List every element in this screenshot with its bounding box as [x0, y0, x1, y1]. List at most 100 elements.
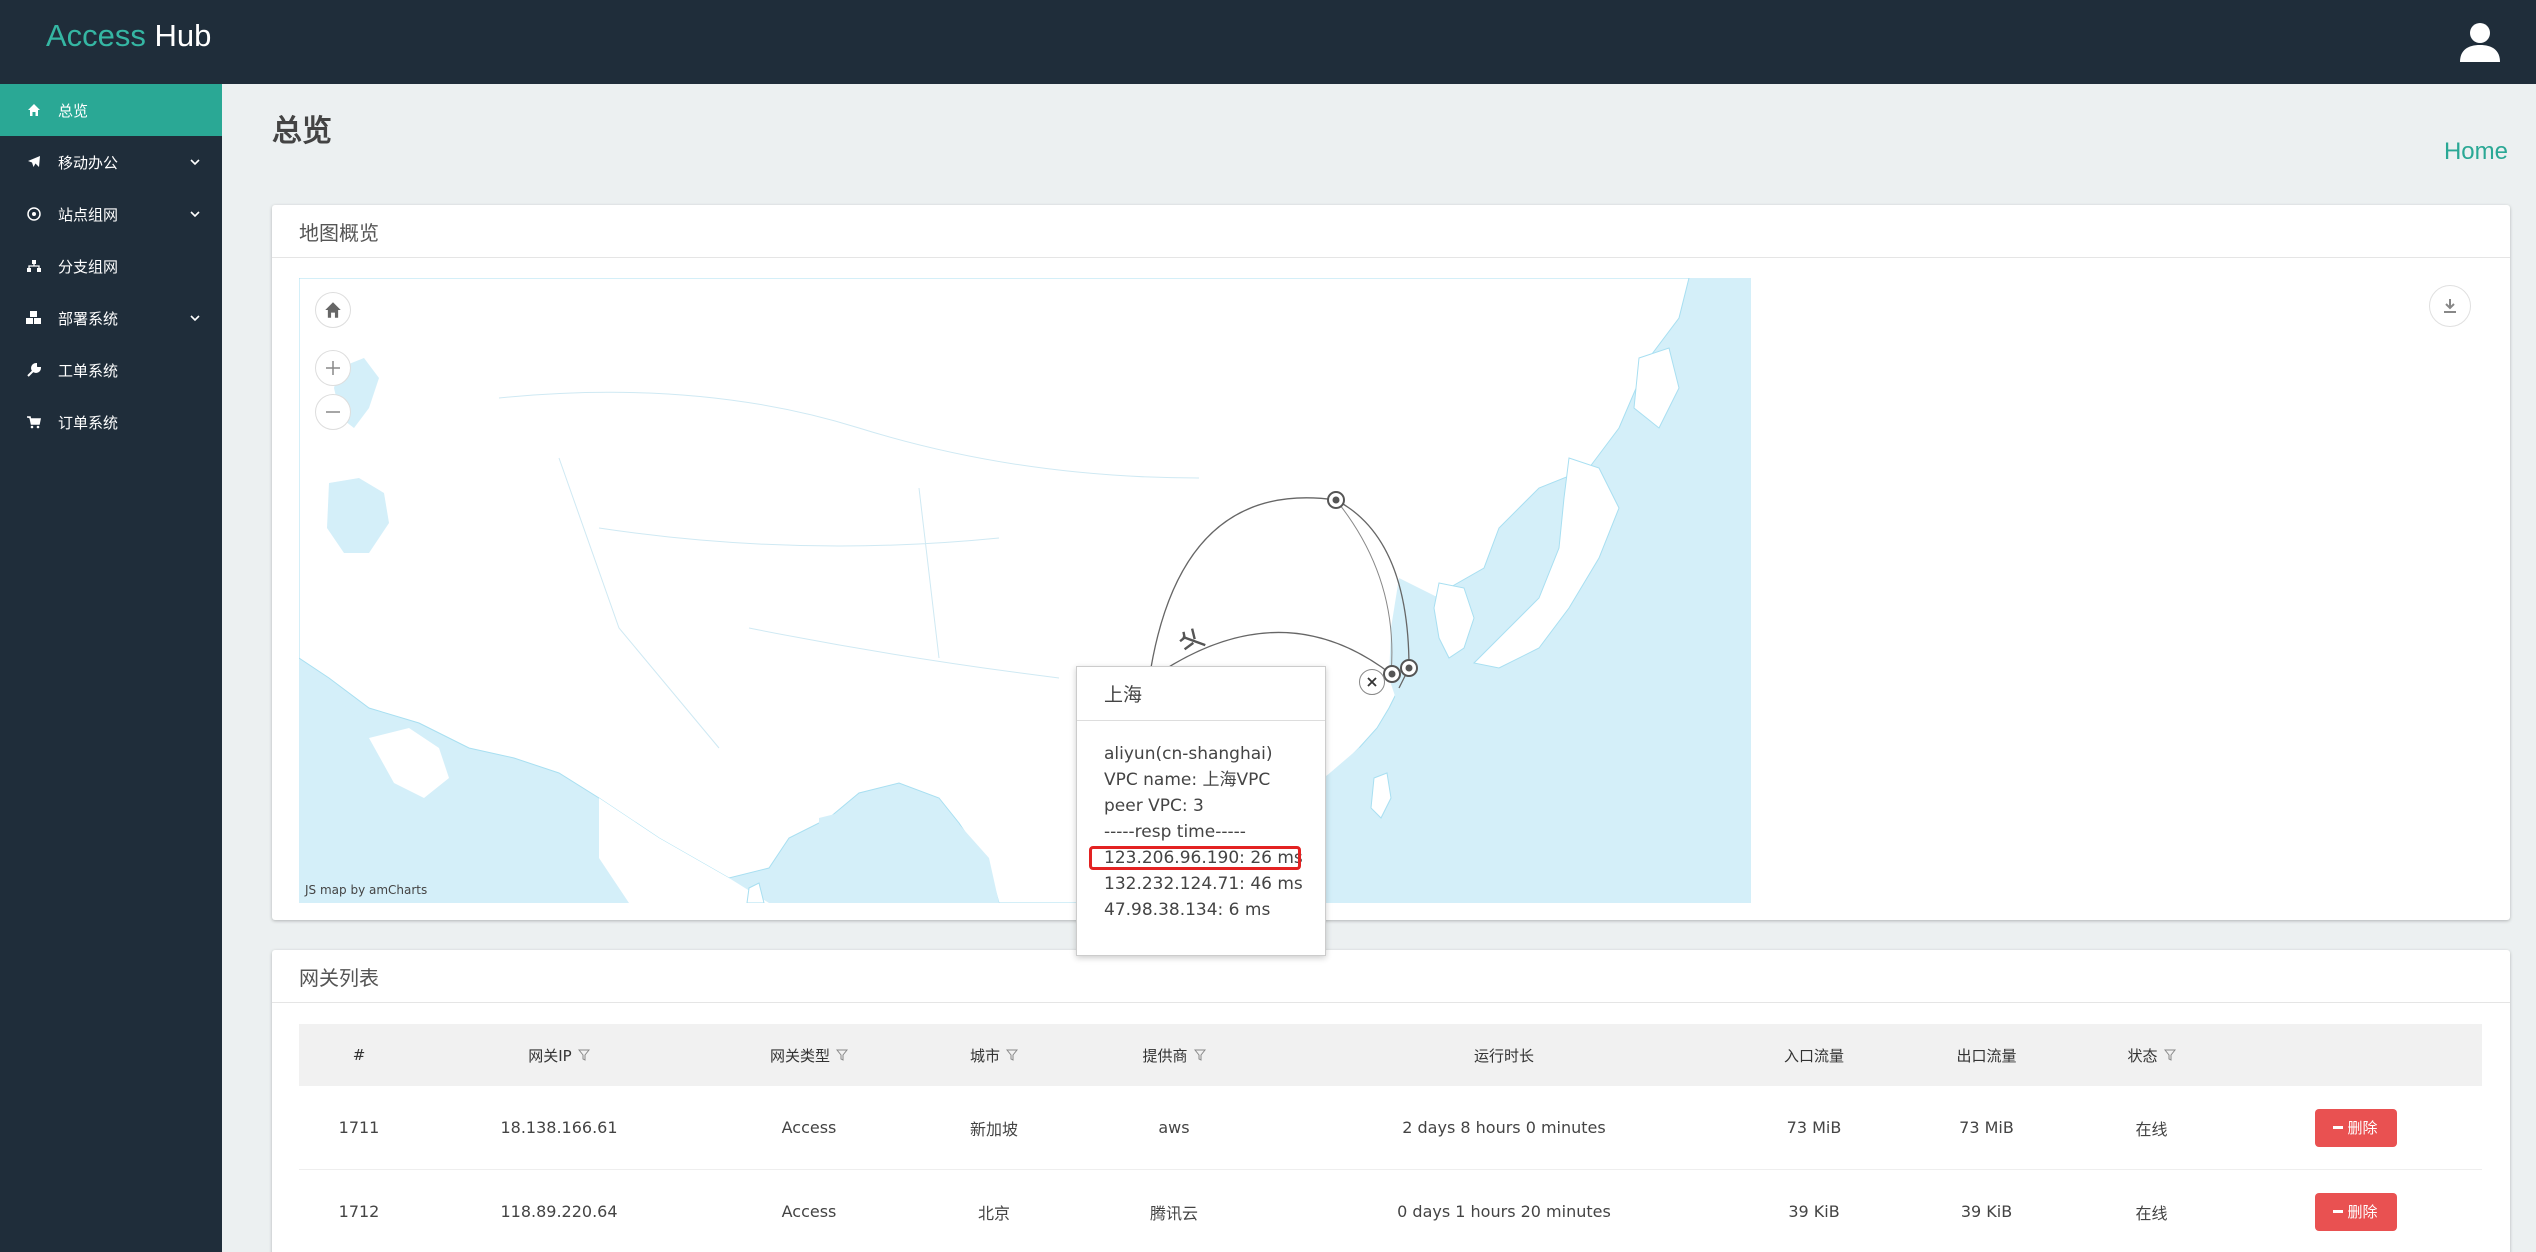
minus-icon: [326, 411, 340, 413]
column-header-ip[interactable]: 网关IP: [419, 1045, 699, 1066]
delete-button-label: 删除: [2347, 1119, 2378, 1137]
user-avatar-icon[interactable]: [2458, 20, 2502, 64]
column-header-city[interactable]: 城市: [919, 1045, 1069, 1066]
top-navbar: Access Hub: [0, 0, 2536, 84]
map-credit[interactable]: JS map by amCharts: [305, 883, 427, 897]
sidebar-item-label: 部署系统: [58, 309, 119, 328]
gateway-panel-title: 网关列表: [272, 950, 2510, 1003]
cubes-icon: [26, 310, 42, 326]
delete-button-label: 删除: [2347, 1203, 2378, 1221]
delete-button[interactable]: 删除: [2314, 1108, 2397, 1147]
sidebar-item-label: 站点组网: [58, 205, 119, 224]
filter-icon[interactable]: [836, 1049, 848, 1061]
cart-icon: [26, 414, 42, 430]
cell-status: 在线: [2135, 1119, 2168, 1139]
cell-uptime: 2 days 8 hours 0 minutes: [1402, 1118, 1606, 1137]
city-marker[interactable]: [1383, 665, 1401, 683]
cell-provider: 腾讯云: [1149, 1203, 1198, 1223]
chevron-down-icon: [190, 211, 200, 218]
cell-type: Access: [781, 1118, 837, 1137]
tooltip-provider: aliyun(cn-shanghai): [1104, 744, 1273, 764]
cell-action: 删除: [2229, 1192, 2482, 1231]
filter-icon[interactable]: [1193, 1049, 1206, 1061]
cell-provider: aws: [1158, 1118, 1190, 1137]
network-icon: [26, 206, 42, 222]
cell-city: 北京: [977, 1203, 1010, 1223]
tooltip-resp-time: 47.98.38.134: 6 ms: [1104, 900, 1271, 920]
city-tooltip: 上海 aliyun(cn-shanghai) VPC name: 上海VPC p…: [1076, 666, 1326, 956]
close-icon: [1367, 677, 1377, 687]
column-header-id: #: [352, 1046, 366, 1064]
map-home-button[interactable]: [315, 292, 351, 328]
tooltip-body: aliyun(cn-shanghai) VPC name: 上海VPC peer…: [1077, 721, 1325, 923]
tooltip-resp-time: 132.232.124.71: 46 ms: [1104, 874, 1303, 894]
table-row: 1712 118.89.220.64 Access 北京 腾讯云 0 days …: [299, 1170, 2482, 1252]
filter-icon[interactable]: [1006, 1049, 1018, 1061]
sidebar-item-deploy-system[interactable]: 部署系统: [0, 292, 222, 344]
cell-city: 新加坡: [969, 1119, 1018, 1139]
highlight-box: [1089, 846, 1301, 870]
column-header-label: 城市: [969, 1046, 1000, 1065]
cell-uptime: 0 days 1 hours 20 minutes: [1397, 1202, 1611, 1221]
map-overview-panel: 地图概览 JS map by amCharts: [272, 205, 2510, 920]
column-header-outbound: 出口流量: [1956, 1046, 2017, 1065]
cell-ip: 18.138.166.61: [500, 1118, 618, 1137]
brand-part-1: Access: [46, 18, 146, 53]
column-header-provider[interactable]: 提供商: [1069, 1045, 1279, 1066]
download-icon: [2444, 299, 2456, 313]
plus-icon: [326, 361, 340, 375]
city-marker[interactable]: [1400, 659, 1418, 677]
column-header-type[interactable]: 网关类型: [699, 1045, 919, 1066]
city-marker[interactable]: [1327, 491, 1345, 509]
table-row: 1711 18.138.166.61 Access 新加坡 aws 2 days…: [299, 1086, 2482, 1170]
cell-outbound: 73 MiB: [1959, 1118, 2014, 1137]
sidebar-item-order-system[interactable]: 订单系统: [0, 396, 222, 448]
sidebar-item-label: 移动办公: [58, 153, 119, 172]
sidebar-item-mobile-office[interactable]: 移动办公: [0, 136, 222, 188]
column-header-label: 网关类型: [769, 1046, 830, 1065]
brand-part-2: Hub: [154, 18, 212, 53]
minus-icon: [2333, 1126, 2344, 1129]
breadcrumb-home-link[interactable]: Home: [2444, 138, 2508, 166]
cell-id: 1711: [338, 1118, 380, 1137]
sidebar-item-label: 工单系统: [58, 361, 119, 380]
wrench-icon: [26, 362, 42, 378]
sidebar: 总览 移动办公 站点组网 分支组网 部署系统 工单系统 订单系统: [0, 84, 222, 1252]
brand-logo[interactable]: Access Hub: [46, 18, 211, 54]
tooltip-peer-vpc: peer VPC: 3: [1104, 796, 1204, 816]
tooltip-close-button[interactable]: [1359, 669, 1385, 695]
home-icon: [26, 102, 42, 118]
sidebar-item-overview[interactable]: 总览: [0, 84, 222, 136]
world-map[interactable]: JS map by amCharts: [299, 278, 1751, 903]
cell-status: 在线: [2135, 1203, 2168, 1223]
cell-outbound: 39 KiB: [1960, 1202, 2013, 1221]
column-header-label: 网关IP: [528, 1046, 572, 1065]
plane-icon: [26, 154, 42, 170]
table-header: # 网关IP 网关类型 城市 提供商 运行时长 入口流量 出口流量 状态: [299, 1024, 2482, 1086]
column-header-label: 提供商: [1142, 1046, 1188, 1065]
sidebar-item-site-network[interactable]: 站点组网: [0, 188, 222, 240]
sidebar-item-label: 订单系统: [58, 413, 119, 432]
chevron-down-icon: [190, 315, 200, 322]
sidebar-item-branch-network[interactable]: 分支组网: [0, 240, 222, 292]
cell-type: Access: [781, 1202, 837, 1221]
filter-icon[interactable]: [2163, 1049, 2176, 1061]
column-header-status[interactable]: 状态: [2074, 1045, 2229, 1066]
map-download-button[interactable]: [2429, 285, 2471, 327]
column-header-uptime: 运行时长: [1473, 1046, 1534, 1065]
cell-inbound: 39 KiB: [1788, 1202, 1840, 1221]
cell-action: 删除: [2229, 1108, 2482, 1147]
sidebar-item-ticket-system[interactable]: 工单系统: [0, 344, 222, 396]
tooltip-title: 上海: [1077, 667, 1325, 721]
map-zoom-out-button[interactable]: [315, 394, 351, 430]
chevron-down-icon: [190, 159, 200, 166]
delete-button[interactable]: 删除: [2314, 1192, 2397, 1231]
map-zoom-in-button[interactable]: [315, 350, 351, 386]
tooltip-vpc-name: VPC name: 上海VPC: [1104, 770, 1271, 790]
sidebar-item-label: 总览: [58, 101, 89, 120]
filter-icon[interactable]: [577, 1049, 590, 1061]
cell-inbound: 73 MiB: [1786, 1118, 1842, 1137]
column-header-label: 状态: [2127, 1046, 2158, 1065]
sitemap-icon: [26, 258, 42, 274]
home-icon: [325, 302, 341, 318]
